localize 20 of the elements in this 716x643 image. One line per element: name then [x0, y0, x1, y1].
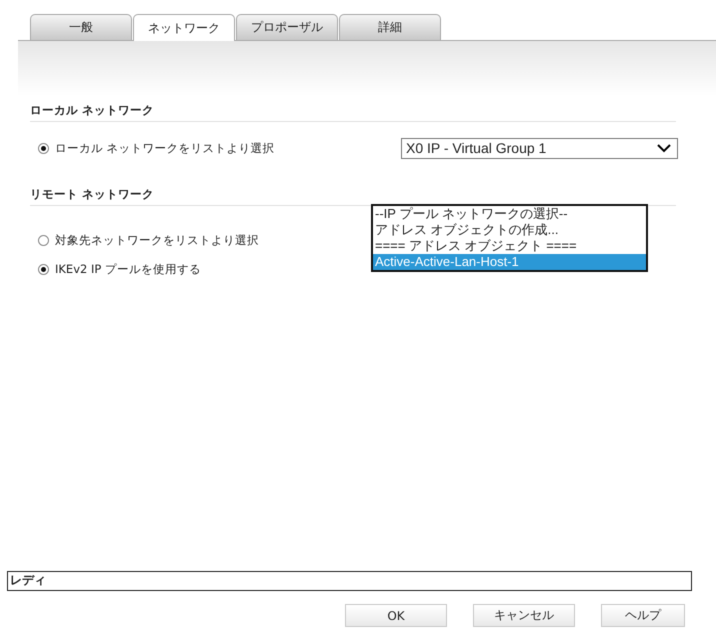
radio-label: IKEv2 IP プールを使用する [55, 262, 201, 277]
radio-button[interactable] [38, 235, 49, 246]
dropdown-option[interactable]: --IP プール ネットワークの選択-- [373, 206, 646, 222]
radio-button[interactable] [38, 142, 49, 154]
dialog-button[interactable]: ヘルプ [601, 604, 685, 627]
radio-label: 対象先ネットワークをリストより選択 [55, 233, 259, 248]
select-field[interactable]: X0 IP - Virtual Group 1 [401, 138, 678, 158]
radio-button[interactable] [38, 264, 49, 275]
tab[interactable]: 詳細 [339, 14, 441, 40]
status-bar: レディ [7, 571, 692, 591]
chevron-down-icon [657, 144, 671, 152]
section-heading: ローカル ネットワーク [30, 99, 676, 122]
dialog-button[interactable]: キャンセル [473, 604, 575, 627]
radio-label: ローカル ネットワークをリストより選択 [55, 140, 275, 156]
dialog-button[interactable]: OK [345, 604, 447, 627]
tab[interactable]: ネットワーク [133, 14, 235, 41]
tab[interactable]: プロポーザル [236, 14, 338, 40]
dropdown-option[interactable]: ==== アドレス オブジェクト ==== [373, 238, 646, 254]
tab[interactable]: 一般 [30, 14, 132, 40]
dropdown-option[interactable]: アドレス オブジェクトの作成... [373, 222, 646, 238]
